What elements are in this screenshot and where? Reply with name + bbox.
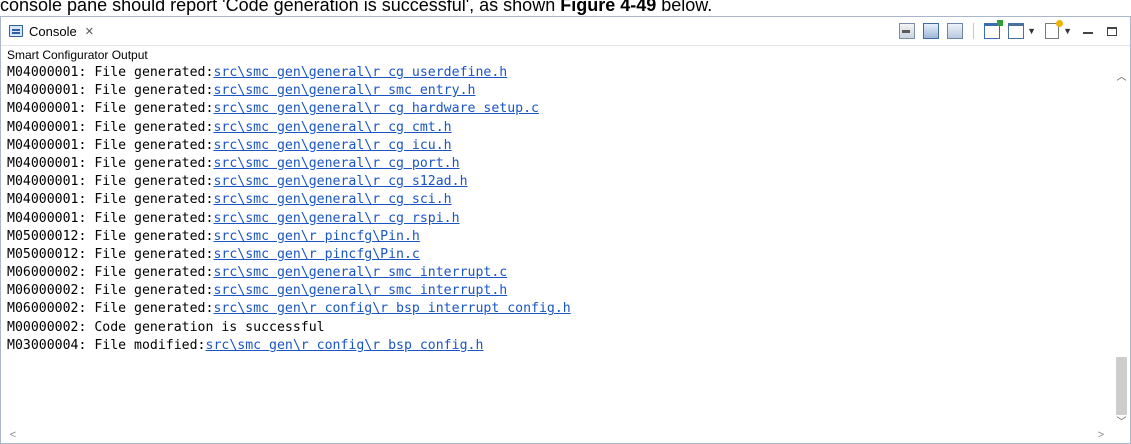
file-link[interactable]: src\smc gen\general\r smc interrupt.h (213, 283, 507, 298)
view-title-bar: Console ✕ ▼ ▼ (1, 17, 1130, 46)
console-line: M05000012: File generated:src\smc gen\r … (7, 246, 1107, 264)
console-line-text: M00000002: Code generation is successful (7, 319, 325, 335)
pin-console-button[interactable] (945, 21, 965, 41)
console-line-text: M04000001: File generated: (7, 65, 214, 80)
file-link[interactable]: src\smc gen\general\r cg port.h (213, 156, 459, 171)
file-link[interactable]: src\smc gen\general\r cg s12ad.h (213, 174, 467, 189)
scroll-up-icon[interactable]: ︿ (1113, 70, 1130, 86)
console-line: M04000001: File generated:src\smc gen\ge… (7, 100, 1107, 118)
display-console-dropdown-icon[interactable]: ▼ (1027, 26, 1036, 36)
console-line: M04000001: File generated:src\smc gen\ge… (7, 191, 1107, 209)
minimize-button[interactable] (1078, 21, 1098, 41)
file-link[interactable]: src\smc gen\general\r cg rspi.h (213, 211, 459, 226)
console-line-text: M06000002: File generated: (7, 283, 214, 299)
scroll-down-icon[interactable]: ﹀ (1113, 415, 1130, 431)
vertical-scrollbar[interactable]: ︿ ﹀ (1113, 64, 1130, 431)
console-line: M06000002: File generated:src\smc gen\r … (7, 300, 1107, 318)
document-caption: console pane should report 'Code generat… (0, 0, 1131, 16)
console-name: Smart Configurator Output (1, 46, 1130, 64)
console-line-text: M04000001: File generated: (7, 137, 214, 153)
console-line-text: M03000004: File modified: (7, 337, 206, 353)
tab-console-label: Console (29, 23, 77, 39)
open-console-button[interactable] (982, 20, 1004, 41)
file-link[interactable]: src\smc gen\r config\r bsp interrupt con… (213, 301, 570, 316)
new-console-button[interactable] (1042, 20, 1064, 41)
console-line-text: M04000001: File generated: (7, 174, 214, 190)
console-line-text: M04000001: File generated: (7, 119, 214, 135)
console-toolbar: ▼ ▼ (897, 20, 1122, 42)
console-line: M05000012: File generated:src\smc gen\r … (7, 228, 1107, 246)
tab-console[interactable]: Console ✕ (3, 19, 102, 43)
file-link[interactable]: src\smc gen\general\r cg cmt.h (213, 120, 451, 135)
caption-figure-ref: Figure 4-49 (560, 0, 657, 15)
console-line: M04000001: File generated:src\smc gen\ge… (7, 64, 1107, 82)
scroll-left-icon[interactable]: < (5, 427, 21, 443)
console-line: M03000004: File modified:src\smc gen\r c… (7, 337, 1107, 355)
file-link[interactable]: src\smc gen\general\r cg userdefine.h (213, 65, 507, 80)
file-link[interactable]: src\smc gen\general\r smc entry.h (213, 83, 475, 98)
console-line-text: M04000001: File generated: (7, 210, 214, 226)
file-link[interactable]: src\smc gen\general\r cg icu.h (213, 138, 451, 153)
console-line-text: M05000012: File generated: (7, 246, 214, 262)
caption-text-before: console pane should report 'Code generat… (0, 0, 561, 15)
console-line: M04000001: File generated:src\smc gen\ge… (7, 210, 1107, 228)
console-line: M04000001: File generated:src\smc gen\ge… (7, 119, 1107, 137)
console-line-text: M04000001: File generated: (7, 83, 214, 99)
console-line-text: M05000012: File generated: (7, 228, 214, 244)
pin-console-icon (947, 23, 964, 39)
caption-text-after: below. (656, 0, 713, 15)
console-line: M04000001: File generated:src\smc gen\ge… (7, 173, 1107, 191)
clear-console-button[interactable] (897, 21, 917, 41)
console-icon (9, 25, 23, 37)
open-console-icon (984, 20, 1004, 39)
console-line: M00000002: Code generation is successful (7, 319, 1107, 337)
scroll-right-icon[interactable]: > (1093, 427, 1109, 443)
console-line: M04000001: File generated:src\smc gen\ge… (7, 155, 1107, 173)
console-line-text: M04000001: File generated: (7, 155, 214, 171)
file-link[interactable]: src\smc gen\r pincfg\Pin.h (213, 229, 419, 244)
toolbar-separator (973, 23, 975, 39)
scroll-lock-icon (923, 23, 940, 39)
new-console-dropdown-icon[interactable]: ▼ (1063, 26, 1072, 36)
minimize-icon (1083, 32, 1093, 34)
horizontal-scrollbar[interactable]: < > (1, 427, 1113, 443)
maximize-button[interactable] (1102, 21, 1122, 41)
console-line: M04000001: File generated:src\smc gen\ge… (7, 82, 1107, 100)
console-line-text: M04000001: File generated: (7, 101, 214, 117)
scroll-lock-button[interactable] (921, 21, 941, 41)
console-line-text: M06000002: File generated: (7, 301, 214, 317)
console-line-text: M04000001: File generated: (7, 192, 214, 208)
file-link[interactable]: src\smc gen\general\r smc interrupt.c (213, 265, 507, 280)
console-view: Console ✕ ▼ ▼ Smart Configurator Output … (0, 16, 1131, 444)
display-console-icon (1008, 23, 1025, 39)
maximize-icon (1107, 26, 1117, 36)
console-line: M06000002: File generated:src\smc gen\ge… (7, 264, 1107, 282)
console-line-text: M06000002: File generated: (7, 265, 214, 281)
display-console-button[interactable] (1006, 21, 1026, 41)
console-line: M04000001: File generated:src\smc gen\ge… (7, 137, 1107, 155)
file-link[interactable]: src\smc gen\general\r cg hardware setup.… (213, 101, 539, 116)
file-link[interactable]: src\smc gen\general\r cg sci.h (213, 192, 451, 207)
file-link[interactable]: src\smc gen\r pincfg\Pin.c (213, 247, 419, 262)
console-line: M06000002: File generated:src\smc gen\ge… (7, 282, 1107, 300)
file-link[interactable]: src\smc gen\r config\r bsp config.h (206, 338, 484, 353)
new-console-icon (1045, 20, 1064, 39)
console-output[interactable]: M04000001: File generated:src\smc gen\ge… (7, 64, 1107, 409)
vertical-scroll-thumb[interactable] (1116, 357, 1127, 415)
clear-console-icon (899, 23, 916, 39)
close-icon[interactable]: ✕ (85, 25, 94, 38)
